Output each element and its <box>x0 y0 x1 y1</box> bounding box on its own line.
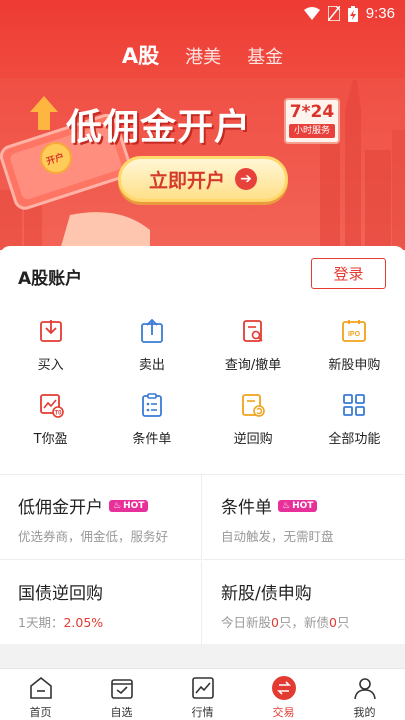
tab-market[interactable]: 行情 <box>162 669 243 720</box>
banner-title: 低佣金开户 <box>66 107 252 148</box>
tab-label: 交易 <box>272 706 295 719</box>
card-subtitle: 今日新股0只，新债0只 <box>221 612 405 631</box>
svg-text:T0: T0 <box>54 411 62 417</box>
tab-fund[interactable]: 基金 <box>247 43 283 69</box>
flame-icon: ♨ <box>282 500 291 511</box>
function-label: 买入 <box>37 358 64 373</box>
top-header: 9:36 A股 港美 基金 低佣金开户 7*24 小时服务 立即开户 ➔ 开户 <box>0 0 405 250</box>
reverse-repo-icon <box>242 394 265 417</box>
card-low-commission[interactable]: 低佣金开户 ♨ HOT 优选券商，佣金低，服务好 <box>0 475 202 560</box>
function-label: 查询/撤单 <box>224 358 282 373</box>
tab-label: 首页 <box>29 706 52 719</box>
status-bar: 9:36 <box>0 0 405 28</box>
tab-watchlist[interactable]: 自选 <box>81 669 162 720</box>
service-badge: 7*24 小时服务 <box>284 98 340 144</box>
open-account-label: 立即开户 <box>148 169 225 192</box>
login-button[interactable]: 登录 <box>311 258 386 289</box>
home-icon <box>29 676 52 699</box>
tab-a-shares[interactable]: A股 <box>122 40 159 70</box>
market-tabs: A股 港美 基金 <box>0 40 405 70</box>
new-bond-label: 只，新债 <box>278 615 329 630</box>
tab-trade[interactable]: 交易 <box>243 669 324 720</box>
battery-charging-icon <box>347 5 358 22</box>
badge-hours: 7*24 <box>289 102 335 122</box>
function-all[interactable]: 全部功能 <box>304 392 405 466</box>
bottom-tab-bar: 首页 自选 行情 交易 我的 <box>0 668 405 720</box>
trade-exchange-icon <box>271 676 296 700</box>
tab-label: 我的 <box>353 706 376 719</box>
hot-label: HOT <box>123 500 145 511</box>
card-subtitle: 1天期：2.05% <box>18 612 201 631</box>
function-buy[interactable]: 买入 <box>0 318 101 392</box>
buy-icon <box>39 320 62 342</box>
function-label: 新股申购 <box>328 358 381 373</box>
sell-icon <box>140 318 163 343</box>
new-bond-count: 0 <box>328 615 337 630</box>
tab-label: 自选 <box>110 706 133 719</box>
status-time: 9:36 <box>365 5 395 22</box>
card-treasury-repo[interactable]: 国债逆回购 1天期：2.05% <box>0 561 202 646</box>
repo-rate: 2.05% <box>63 615 104 630</box>
tab-hk-us[interactable]: 港美 <box>185 43 221 69</box>
function-ipo[interactable]: IPO 新股申购 <box>304 318 405 392</box>
arrow-right-icon: ➔ <box>235 168 257 190</box>
card-title: 低佣金开户 <box>18 498 103 518</box>
t-profit-icon: T0 <box>39 394 64 418</box>
phone-coin-label: 开户 <box>45 152 66 168</box>
function-query-cancel[interactable]: 查询/撤单 <box>203 318 304 392</box>
hot-label: HOT <box>292 500 314 511</box>
badge-service-text: 小时服务 <box>289 124 335 138</box>
function-label: 条件单 <box>132 432 172 447</box>
trade-panel: A股账户 登录 买入 卖出 查询/撤单 IPO 新股申购 T0 T你盈 条件单 … <box>0 246 405 474</box>
card-title: 国债逆回购 <box>18 584 103 604</box>
unit-label: 只 <box>336 615 350 630</box>
function-t-profit[interactable]: T0 T你盈 <box>0 392 101 466</box>
conditional-order-icon <box>141 393 162 417</box>
hot-badge: ♨ HOT <box>109 499 149 512</box>
wifi-icon <box>303 6 320 20</box>
tab-home[interactable]: 首页 <box>0 669 81 720</box>
function-label: 全部功能 <box>328 432 381 447</box>
card-title: 条件单 <box>221 498 272 518</box>
no-sim-icon <box>327 6 340 21</box>
repo-term-label: 1天期： <box>18 615 64 630</box>
function-grid: 买入 卖出 查询/撤单 IPO 新股申购 T0 T你盈 条件单 逆回购 全部功能 <box>0 318 405 466</box>
query-icon <box>243 320 263 342</box>
function-conditional-order[interactable]: 条件单 <box>101 392 202 466</box>
card-subtitle: 自动触发，无需盯盘 <box>221 529 334 544</box>
function-sell[interactable]: 卖出 <box>101 318 202 392</box>
function-label: 逆回购 <box>233 432 273 447</box>
tab-profile[interactable]: 我的 <box>324 669 405 720</box>
ipo-icon: IPO <box>342 320 367 342</box>
new-stock-count: 0 <box>271 615 279 630</box>
card-ipo-bond[interactable]: 新股/债申购 今日新股0只，新债0只 <box>203 561 405 646</box>
promo-banner[interactable]: 低佣金开户 7*24 小时服务 立即开户 ➔ 开户 <box>0 78 405 250</box>
open-account-button[interactable]: 立即开户 ➔ <box>118 156 288 202</box>
card-title: 新股/债申购 <box>221 584 312 604</box>
account-title: A股账户 <box>18 269 83 289</box>
service-cards: 低佣金开户 ♨ HOT 优选券商，佣金低，服务好 条件单 ♨ HOT 自动触发，无需… <box>0 474 405 646</box>
function-label: T你盈 <box>33 432 68 447</box>
hot-badge: ♨ HOT <box>278 499 318 512</box>
tab-label: 行情 <box>191 706 214 719</box>
function-reverse-repo[interactable]: 逆回购 <box>203 392 304 466</box>
function-label: 卖出 <box>138 358 165 373</box>
all-functions-icon <box>343 394 366 416</box>
card-conditional-order[interactable]: 条件单 ♨ HOT 自动触发，无需盯盘 <box>203 475 405 560</box>
flame-icon: ♨ <box>113 500 122 511</box>
profile-icon <box>353 678 376 700</box>
watchlist-icon <box>110 679 133 699</box>
svg-text:IPO: IPO <box>348 331 361 338</box>
card-subtitle: 优选券商，佣金低，服务好 <box>18 529 169 544</box>
new-stock-label: 今日新股 <box>221 615 272 630</box>
market-chart-icon <box>191 677 214 699</box>
